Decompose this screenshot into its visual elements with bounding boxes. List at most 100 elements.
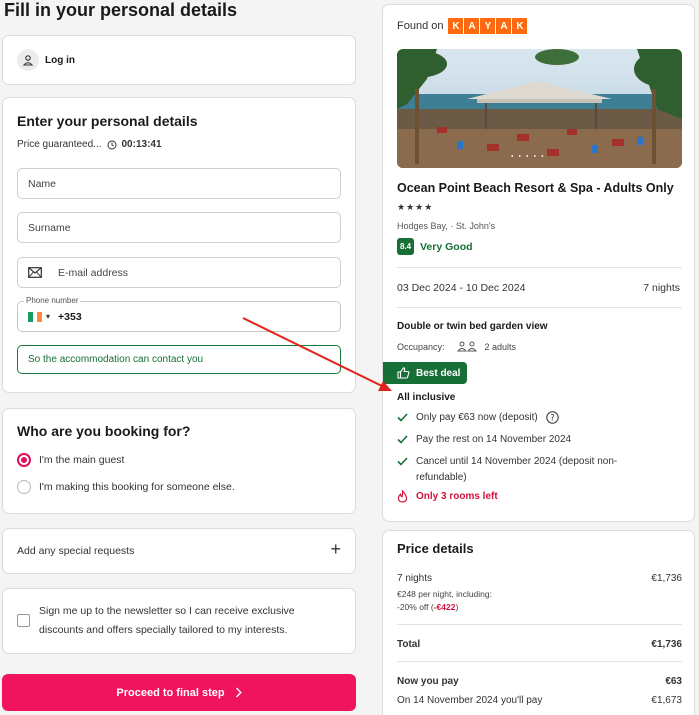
phone-prefix: +353 bbox=[58, 310, 82, 323]
total-value: €1,736 bbox=[651, 639, 682, 650]
stay-nights: 7 nights bbox=[643, 282, 680, 294]
check-icon bbox=[397, 432, 408, 444]
star-rating: ★★★★ bbox=[397, 202, 434, 212]
thumbs-up-icon bbox=[397, 367, 410, 379]
divider bbox=[397, 661, 682, 662]
booking-for-card: Who are you booking for? I'm the main gu… bbox=[2, 408, 356, 514]
found-on: Found on K A Y A K bbox=[397, 18, 528, 34]
chevron-right-icon bbox=[235, 687, 242, 698]
phone-field[interactable]: Phone number ▾ +353 bbox=[17, 296, 341, 332]
surname-placeholder: Surname bbox=[28, 221, 71, 234]
country-dropdown-icon[interactable]: ▾ bbox=[46, 312, 50, 321]
hotel-address: Hodges Bay, · St. John's bbox=[397, 221, 496, 231]
price-guarantee: Price guaranteed... 00:13:41 bbox=[17, 139, 162, 150]
email-placeholder: E-mail address bbox=[58, 266, 129, 279]
booking-for-title: Who are you booking for? bbox=[17, 423, 191, 439]
kayak-letter: A bbox=[496, 18, 512, 34]
name-placeholder: Name bbox=[28, 177, 57, 190]
feature-cancellation-text: Cancel until 14 November 2024 (deposit n… bbox=[416, 456, 618, 483]
occupancy-label: Occupancy: bbox=[397, 341, 445, 352]
login-label: Log in bbox=[45, 54, 75, 66]
special-requests-card[interactable]: Add any special requests + bbox=[2, 528, 356, 574]
kayak-letter: A bbox=[464, 18, 480, 34]
discount-label: -20% off ( bbox=[397, 602, 434, 612]
check-icon bbox=[397, 454, 408, 466]
later-pay-row: On 14 November 2024 you'll pay €1,673 bbox=[397, 695, 682, 706]
radio-main-guest-label: I'm the main guest bbox=[39, 454, 125, 466]
price-nights-value: €1,736 bbox=[651, 573, 682, 584]
proceed-label: Proceed to final step bbox=[116, 686, 225, 699]
total-label: Total bbox=[397, 639, 421, 650]
user-icon bbox=[17, 49, 39, 71]
feature-cancellation: Cancel until 14 November 2024 (deposit n… bbox=[397, 454, 666, 486]
radio-someone-else-label: I'm making this booking for someone else… bbox=[39, 481, 235, 493]
feature-deposit-text: Only pay €63 now (deposit) bbox=[416, 412, 538, 423]
divider bbox=[397, 307, 682, 308]
ireland-flag-icon[interactable] bbox=[28, 311, 43, 322]
svg-text:?: ? bbox=[550, 414, 555, 424]
rating-label: Very Good bbox=[420, 240, 473, 253]
divider bbox=[397, 267, 682, 268]
kayak-letter: Y bbox=[480, 18, 496, 34]
name-field[interactable]: Name bbox=[17, 168, 341, 199]
personal-details-card: Enter your personal details Price guaran… bbox=[2, 97, 356, 393]
found-on-label: Found on bbox=[397, 20, 444, 32]
stay-dates: 03 Dec 2024 - 10 Dec 2024 bbox=[397, 282, 526, 294]
hotel-name: Ocean Point Beach Resort & Spa - Adults … bbox=[397, 181, 674, 195]
rooms-left: Only 3 rooms left bbox=[397, 490, 498, 503]
check-icon bbox=[397, 410, 408, 422]
radio-selected[interactable] bbox=[17, 453, 31, 467]
two-persons-icon bbox=[456, 341, 479, 352]
later-pay-label: On 14 November 2024 you'll pay bbox=[397, 695, 543, 706]
surname-field[interactable]: Surname bbox=[17, 212, 341, 243]
radio-unselected[interactable] bbox=[17, 480, 31, 494]
radio-someone-else[interactable]: I'm making this booking for someone else… bbox=[17, 480, 235, 494]
now-pay-row: Now you pay €63 bbox=[397, 676, 682, 687]
price-details-title: Price details bbox=[397, 541, 474, 556]
discount-close: ) bbox=[455, 602, 459, 612]
phone-label: Phone number bbox=[24, 296, 81, 305]
info-question-icon[interactable]: ? bbox=[546, 410, 559, 424]
envelope-icon bbox=[28, 267, 42, 278]
page-title: Fill in your personal details bbox=[4, 0, 238, 20]
board-type: All inclusive bbox=[397, 392, 456, 403]
hotel-summary-card: Found on K A Y A K ● ● ● ● ● Ocean Point… bbox=[382, 4, 695, 522]
photo-carousel-dots[interactable]: ● ● ● ● ● bbox=[511, 153, 546, 158]
login-card: Log in bbox=[2, 35, 356, 85]
countdown-timer: 00:13:41 bbox=[121, 139, 162, 150]
discount-info: -20% off (-€422) bbox=[397, 602, 458, 612]
newsletter-checkbox[interactable] bbox=[17, 614, 30, 627]
room-type: Double or twin bed garden view bbox=[397, 321, 548, 332]
kayak-logo: K A Y A K bbox=[448, 18, 528, 34]
now-pay-label: Now you pay bbox=[397, 676, 459, 687]
discount-value: -€422 bbox=[433, 602, 456, 612]
later-pay-value: €1,673 bbox=[651, 695, 682, 706]
special-requests-label: Add any special requests bbox=[17, 545, 135, 557]
review-rating: 8.4 Very Good bbox=[397, 238, 473, 255]
total-row: Total €1,736 bbox=[397, 639, 682, 650]
price-guaranteed-text: Price guaranteed... bbox=[17, 139, 102, 150]
rating-score: 8.4 bbox=[397, 238, 414, 255]
feature-pay-rest: Pay the rest on 14 November 2024 bbox=[397, 432, 571, 448]
phone-hint: So the accommodation can contact you bbox=[17, 345, 341, 374]
per-night-info: €248 per night, including: bbox=[397, 589, 492, 599]
plus-icon[interactable]: + bbox=[330, 539, 341, 560]
price-details-card: Price details 7 nights €1,736 €248 per n… bbox=[382, 530, 695, 715]
feature-deposit: Only pay €63 now (deposit) ? bbox=[397, 410, 559, 426]
details-title: Enter your personal details bbox=[17, 113, 198, 129]
divider bbox=[397, 624, 682, 625]
email-field[interactable]: E-mail address bbox=[17, 257, 341, 288]
clock-icon bbox=[107, 140, 117, 150]
newsletter-card: Sign me up to the newsletter so I can re… bbox=[2, 588, 356, 654]
kayak-letter: K bbox=[448, 18, 464, 34]
login-button[interactable]: Log in bbox=[17, 49, 75, 71]
now-pay-value: €63 bbox=[665, 676, 682, 687]
radio-main-guest[interactable]: I'm the main guest bbox=[17, 453, 124, 467]
occupancy: Occupancy: 2 adults bbox=[397, 341, 516, 352]
proceed-button[interactable]: Proceed to final step bbox=[2, 674, 356, 711]
feature-pay-rest-text: Pay the rest on 14 November 2024 bbox=[416, 434, 572, 445]
rooms-left-text: Only 3 rooms left bbox=[416, 491, 498, 502]
occupancy-value: 2 adults bbox=[484, 341, 517, 352]
hotel-photo[interactable] bbox=[397, 49, 682, 168]
flame-icon bbox=[397, 490, 408, 503]
